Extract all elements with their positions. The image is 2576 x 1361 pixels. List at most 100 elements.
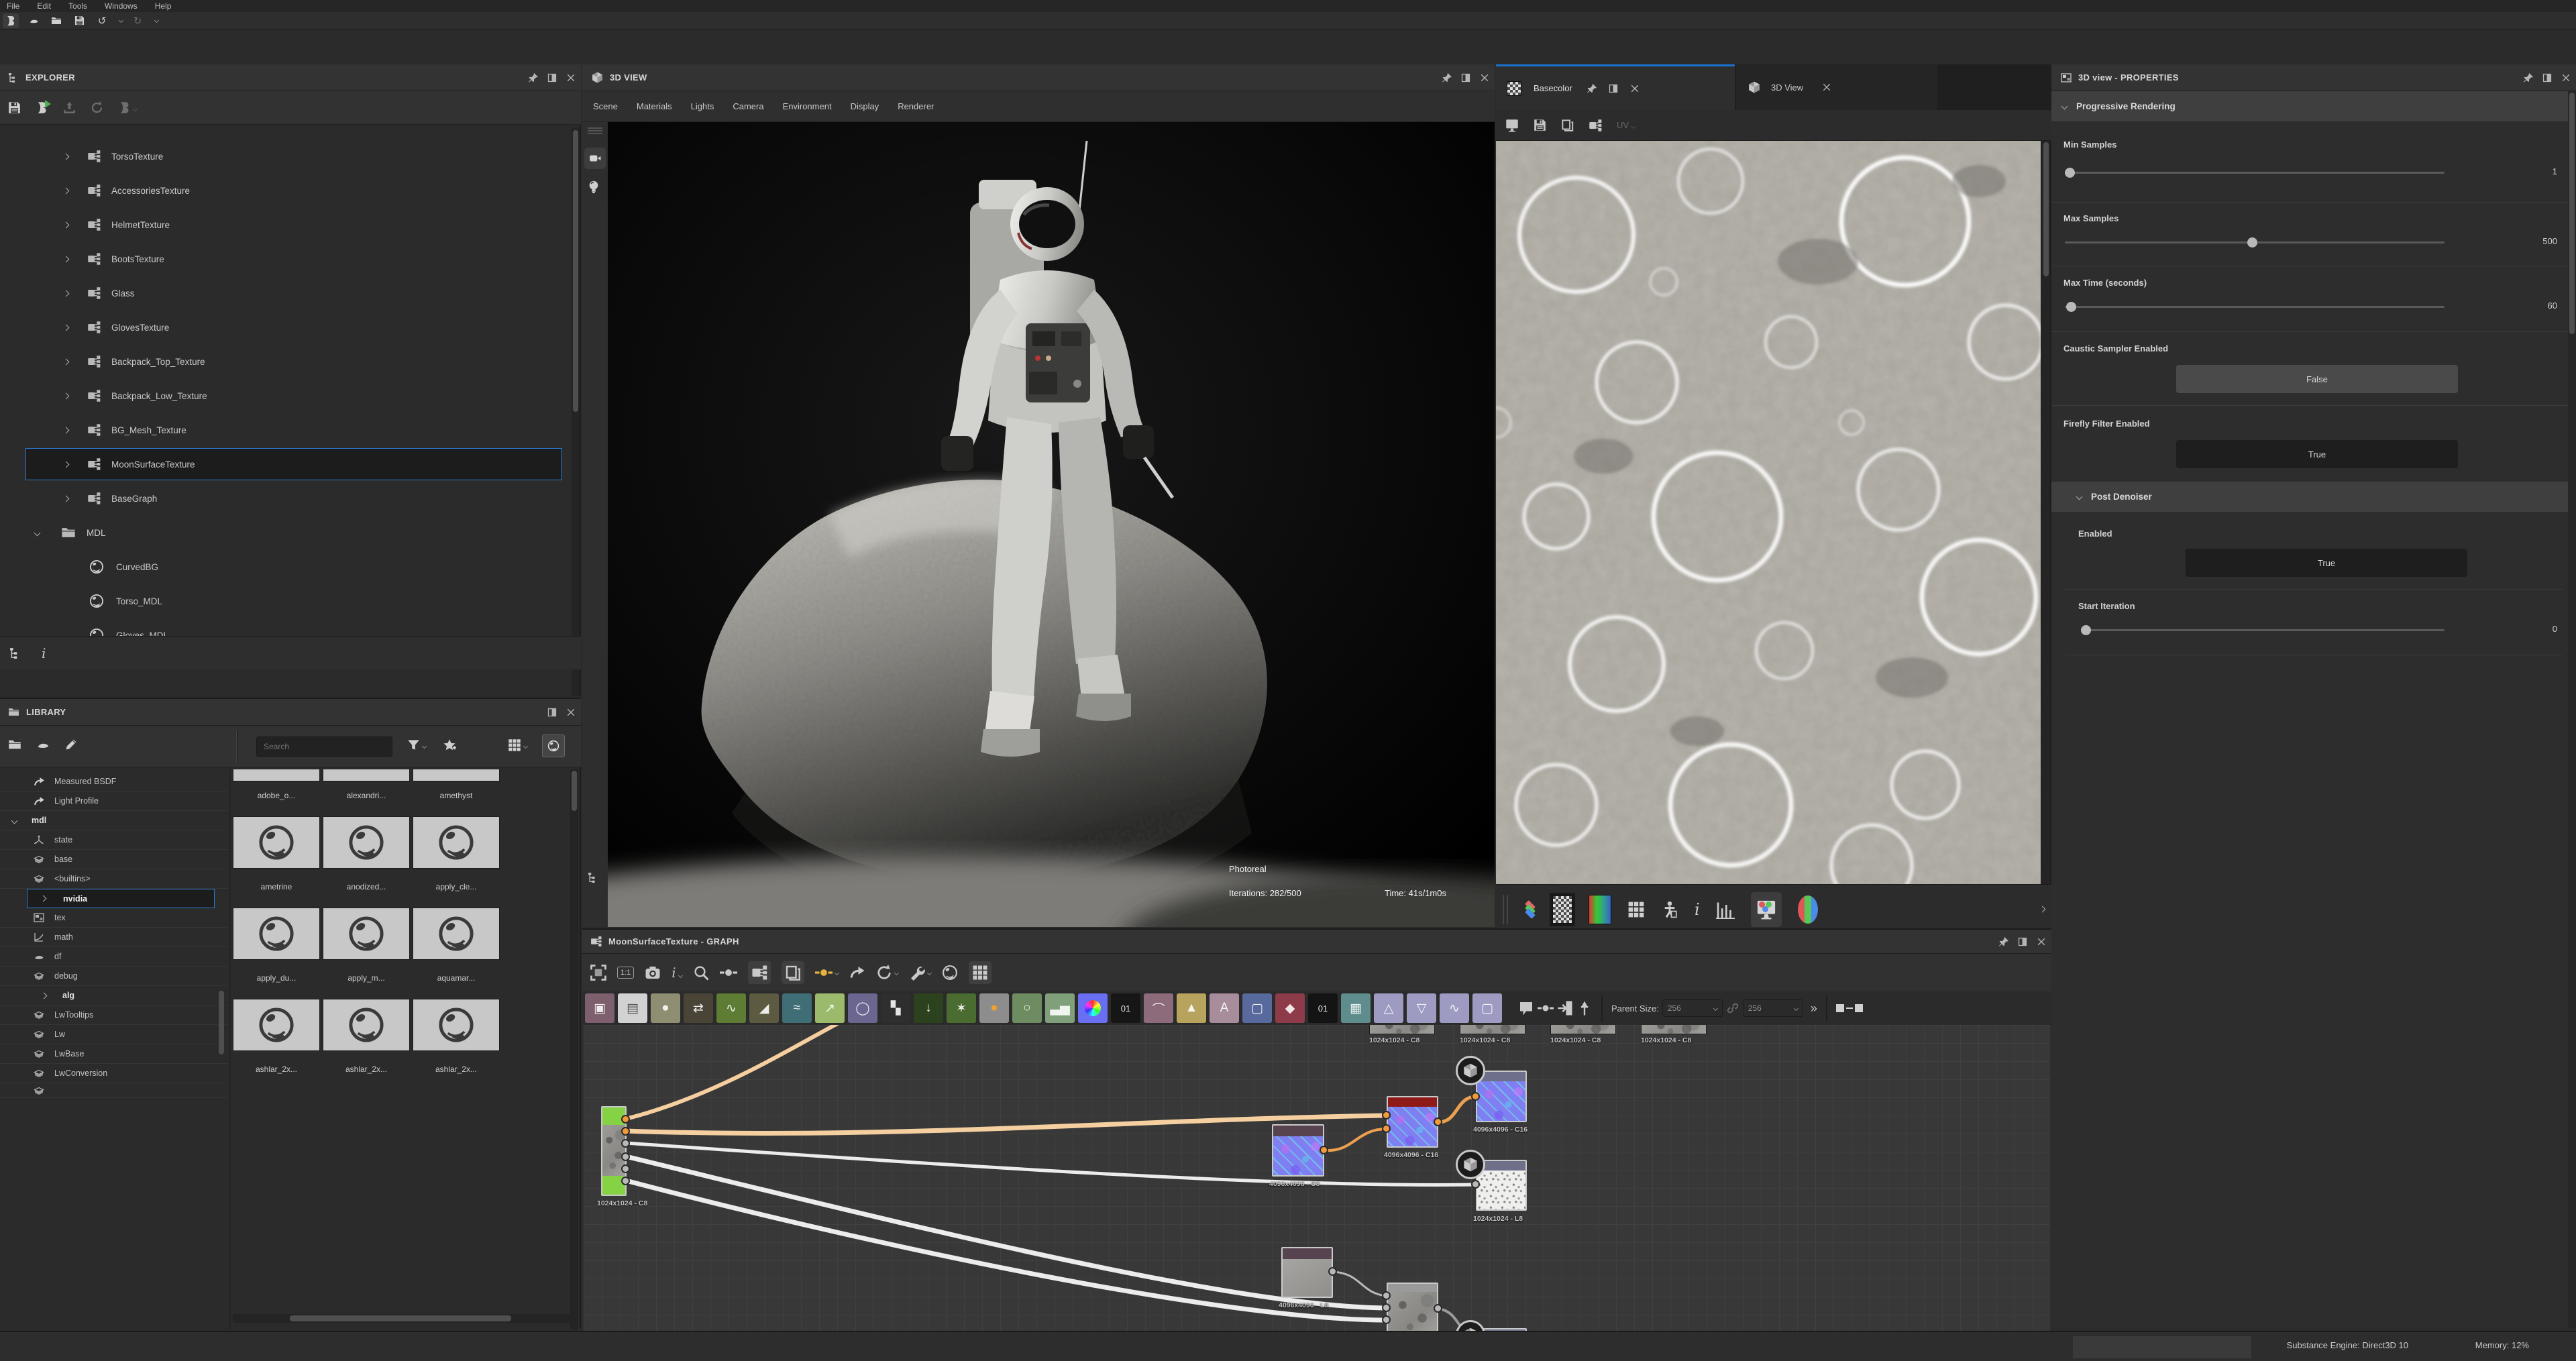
timing-icon[interactable] — [876, 965, 899, 981]
gradient-icon[interactable] — [1589, 894, 1611, 924]
toolbar-grip[interactable] — [1503, 894, 1508, 924]
scene-tree-icon[interactable] — [588, 872, 599, 884]
new-mdl-button[interactable] — [25, 13, 42, 28]
max-samples-value[interactable]: 500 — [2542, 236, 2557, 246]
float-window-icon[interactable] — [1609, 84, 1618, 93]
start-iteration-slider[interactable] — [2081, 625, 2445, 635]
thumbnail[interactable] — [323, 908, 410, 960]
node-bitmap01-button[interactable]: 01 — [1111, 993, 1140, 1023]
mini-node[interactable] — [1460, 1025, 1525, 1034]
node-text-button[interactable]: A — [1210, 993, 1239, 1023]
redo-button[interactable]: ↻ — [129, 13, 146, 28]
open-button[interactable] — [48, 13, 64, 28]
graph-node-height[interactable] — [1281, 1247, 1333, 1298]
pin-icon[interactable] — [529, 73, 538, 83]
node-dirwarp-button[interactable]: ⇄ — [684, 993, 713, 1023]
redo-dropdown-icon[interactable] — [154, 17, 160, 23]
loupe-icon[interactable] — [693, 965, 709, 981]
thumbnails-hscrollbar[interactable] — [233, 1314, 572, 1323]
tree-item[interactable]: Glass — [0, 277, 569, 309]
mini-node[interactable] — [1369, 1025, 1435, 1034]
connector-icon[interactable] — [849, 965, 865, 981]
node-bitmap-button[interactable]: ▣ — [585, 993, 614, 1023]
output-port[interactable] — [621, 1115, 630, 1124]
output-port[interactable] — [1434, 1304, 1442, 1313]
output-port[interactable] — [1320, 1146, 1328, 1154]
fit-frame-icon[interactable] — [590, 965, 606, 981]
favorite-add-icon[interactable] — [443, 739, 456, 752]
info-icon[interactable]: i — [1695, 900, 1700, 919]
output-port[interactable] — [621, 1177, 630, 1185]
input-port[interactable] — [1382, 1291, 1391, 1300]
node-gen4-button[interactable]: ▢ — [1472, 993, 1502, 1023]
thumbnail[interactable] — [233, 908, 320, 960]
link-substance-icon[interactable] — [118, 101, 138, 114]
output-port[interactable] — [621, 1164, 630, 1173]
library-category-selected[interactable]: nvidia — [27, 889, 215, 908]
library-category[interactable] — [0, 1083, 228, 1098]
menu-file[interactable]: File — [7, 1, 19, 11]
mannequin-icon[interactable] — [1661, 901, 1678, 918]
mini-node[interactable] — [1550, 1025, 1616, 1034]
input-port[interactable] — [1471, 1180, 1480, 1189]
menu-materials[interactable]: Materials — [637, 101, 672, 111]
library-category[interactable]: LwBase — [0, 1044, 228, 1064]
thumbnails-scrollbar[interactable] — [570, 769, 578, 1329]
node-shape-button[interactable]: ◯ — [848, 993, 877, 1023]
library-category[interactable]: LwConversion — [0, 1064, 228, 1083]
alpha-checker-icon[interactable] — [1550, 892, 1575, 926]
explorer-scrollbar[interactable] — [572, 127, 580, 696]
close-icon[interactable] — [1480, 73, 1489, 83]
tools-icon[interactable] — [909, 965, 932, 981]
menu-windows[interactable]: Windows — [105, 1, 138, 11]
filter-icon[interactable] — [407, 739, 427, 751]
float-window-icon[interactable] — [2542, 73, 2552, 83]
tiling-grid-icon[interactable] — [1627, 901, 1645, 918]
output-port[interactable] — [621, 1152, 630, 1161]
info-tab-icon[interactable]: i — [42, 645, 46, 661]
graph-node-blend[interactable] — [1387, 1283, 1438, 1331]
node-bitmap01b-button[interactable]: 01 — [1308, 993, 1338, 1023]
save-icon[interactable] — [1534, 119, 1546, 131]
material-icon[interactable] — [942, 965, 958, 981]
library-category[interactable]: <builtins> — [0, 869, 228, 889]
pin-icon[interactable] — [1999, 937, 2008, 946]
input-port[interactable] — [1382, 1124, 1391, 1133]
edit-pencil-icon[interactable] — [64, 738, 78, 751]
node-svg-button[interactable]: ▤ — [618, 993, 647, 1023]
save-icon[interactable] — [8, 101, 21, 114]
export-icon[interactable] — [63, 101, 76, 114]
node-gradient-button[interactable]: ↓ — [914, 993, 943, 1023]
info-icon[interactable]: i — [672, 965, 683, 981]
denoiser-enabled-button[interactable]: True — [2186, 549, 2467, 577]
library-category[interactable]: base — [0, 850, 228, 869]
new-substance-button[interactable] — [3, 13, 19, 28]
tree-item-selected[interactable]: MoonSurfaceTexture — [25, 448, 562, 480]
graph-node-normal-combine[interactable] — [1387, 1096, 1438, 1148]
node-floodfill-button[interactable]: ◆ — [1275, 993, 1305, 1023]
export-image-icon[interactable] — [1505, 119, 1519, 132]
reload-icon[interactable] — [91, 101, 103, 114]
layers-view-icon[interactable] — [781, 961, 804, 984]
firefly-filter-button[interactable]: True — [2176, 440, 2458, 468]
properties-scrollbar[interactable] — [2568, 91, 2576, 1328]
caustic-sampler-button[interactable]: False — [2176, 365, 2458, 393]
link-display-icon[interactable] — [720, 964, 737, 981]
node-ellipse-button[interactable]: ○ — [1012, 993, 1042, 1023]
splitter-handle[interactable] — [236, 731, 238, 762]
categories-scrollbar[interactable] — [217, 769, 225, 1101]
thumbnail[interactable] — [323, 816, 410, 869]
histogram-icon[interactable] — [1716, 900, 1735, 919]
pin-icon[interactable] — [1442, 73, 1452, 83]
substance-play-icon[interactable] — [36, 100, 51, 114]
link-size-icon[interactable] — [1726, 1001, 1739, 1015]
menu-lights[interactable]: Lights — [691, 101, 714, 111]
node-tile-button[interactable]: ▚ — [881, 993, 910, 1023]
grid-view-icon[interactable] — [508, 739, 529, 752]
thumbnail[interactable] — [413, 816, 500, 869]
output-port[interactable] — [621, 1127, 630, 1136]
parent-height-dropdown[interactable]: 256 — [1742, 999, 1803, 1017]
layers-icon[interactable] — [1524, 900, 1536, 919]
menu-camera[interactable]: Camera — [733, 101, 763, 111]
tree-item[interactable]: BootsTexture — [0, 243, 569, 275]
